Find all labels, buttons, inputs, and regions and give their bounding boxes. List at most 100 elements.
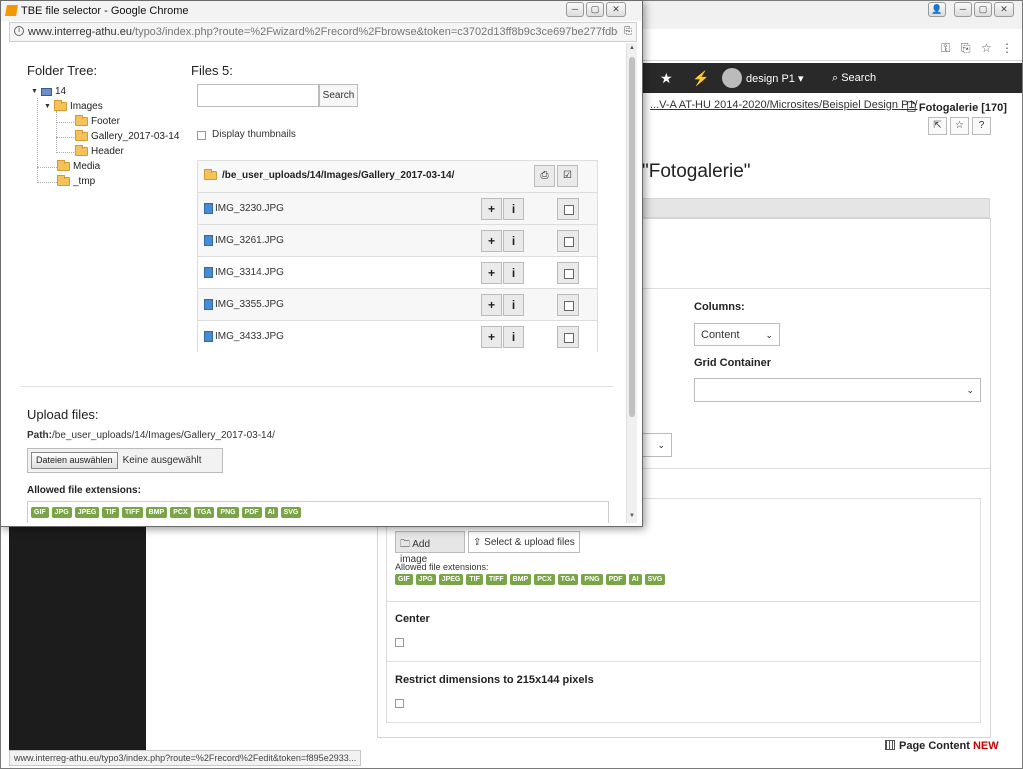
popup-title: TBE file selector - Google Chrome (21, 5, 189, 17)
file-link[interactable]: IMG_3230.JPG (204, 203, 284, 214)
tree-item-footer[interactable]: Footer (75, 115, 120, 127)
star-icon[interactable]: ☆ (981, 41, 992, 55)
breadcrumb-path[interactable]: ...V-A AT-HU 2014-2020/Microsites/Beispi… (650, 99, 918, 111)
extension-badge: PNG (217, 507, 239, 518)
add-file-button[interactable]: + (481, 326, 502, 348)
topbar-search[interactable]: ⌕ Search (832, 72, 876, 85)
tree-item-label: Images (69, 101, 103, 112)
tree-item-images[interactable]: ▼ Images (44, 100, 103, 112)
url-path: /typo3/index.php?route=%2Fwizard%2Frecor… (131, 26, 618, 38)
folder-icon (57, 175, 70, 186)
extension-badge: TIF (466, 574, 483, 585)
extensions-box: GIF JPG JPEG TIF TIFF BMP PCX TGA PNG PDF AI SVG (27, 501, 609, 523)
no-file-selected-label: Keine ausgewählt (122, 455, 202, 466)
center-checkbox[interactable] (395, 638, 404, 647)
add-file-button[interactable]: + (481, 230, 502, 252)
caret-down-icon[interactable]: ▼ (44, 103, 51, 110)
file-info-button[interactable]: i (503, 198, 524, 220)
file-upload-input[interactable]: Dateien auswählen Keine ausgewählt (27, 448, 223, 473)
bookmark-star-icon[interactable]: ★ (660, 70, 673, 87)
close-icon[interactable]: ✕ (994, 2, 1014, 17)
file-select-checkbox[interactable] (557, 294, 579, 316)
import-selection-icon[interactable]: ⎙ (534, 165, 555, 187)
flash-icon[interactable]: ⚡ (692, 70, 709, 87)
upload-path-label: Path: (27, 430, 52, 441)
scroll-down-icon[interactable]: ▼ (629, 513, 635, 519)
add-file-button[interactable]: + (481, 294, 502, 316)
tree-item-root[interactable]: ▼ 14 (31, 86, 66, 97)
tree-line (56, 111, 57, 153)
file-link[interactable]: IMG_3261.JPG (204, 235, 284, 246)
extension-badges: GIF JPG JPEG TIF TIFF BMP PCX TGA PNG PDF AI SVG (395, 574, 666, 585)
select-upload-button[interactable]: ⇪ Select & upload files (468, 531, 580, 553)
user-profile-icon[interactable]: 👤 (928, 2, 946, 17)
file-info-button[interactable]: i (503, 294, 524, 316)
tree-item-header[interactable]: Header (75, 145, 124, 157)
popup-address-bar[interactable]: i www.interreg-athu.eu/typo3/index.php?r… (9, 22, 637, 42)
file-info-button[interactable]: i (503, 326, 524, 348)
file-link[interactable]: IMG_3355.JPG (204, 299, 284, 310)
translate-icon[interactable]: ⎘ (624, 26, 632, 37)
tree-line (37, 167, 57, 168)
page-title: "Fotogalerie" (642, 161, 751, 182)
shortcut-star-icon[interactable]: ☆ (950, 117, 969, 135)
upload-path: Path:/be_user_uploads/14/Images/Gallery_… (27, 430, 275, 441)
popup-scrollbar[interactable]: ▲ ▼ (626, 43, 637, 523)
add-image-button[interactable]: 🗀 Add image (395, 531, 465, 565)
scroll-up-icon[interactable]: ▲ (629, 45, 635, 51)
extension-badge: PNG (581, 574, 603, 585)
popup-titlebar[interactable]: TBE file selector - Google Chrome ─ ▢ ✕ (1, 1, 642, 21)
maximize-icon[interactable]: ▢ (974, 2, 992, 17)
minimize-icon[interactable]: ─ (954, 2, 972, 17)
maximize-icon[interactable]: ▢ (586, 2, 604, 17)
file-select-checkbox[interactable] (557, 230, 579, 252)
caret-down-icon[interactable]: ▼ (31, 88, 38, 95)
translate-icon[interactable]: ⎘ (961, 41, 971, 56)
search-button[interactable]: Search (319, 84, 358, 107)
choose-files-button[interactable]: Dateien auswählen (31, 452, 118, 469)
file-link[interactable]: IMG_3314.JPG (204, 267, 284, 278)
columns-select[interactable]: Content ⌄ (694, 323, 780, 346)
minimize-icon[interactable]: ─ (566, 2, 584, 17)
tree-item-media[interactable]: Media (57, 160, 100, 172)
tree-item-tmp[interactable]: _tmp (57, 175, 95, 187)
extension-badge: GIF (395, 574, 413, 585)
toggle-selection-icon[interactable]: ☑ (557, 165, 578, 187)
file-info-button[interactable]: i (503, 230, 524, 252)
help-icon[interactable]: ? (972, 117, 991, 135)
module-menu-sidebar (9, 526, 146, 751)
divider (642, 288, 990, 289)
grid-container-select[interactable]: ⌄ (694, 378, 981, 402)
storage-icon (40, 87, 52, 96)
partial-select[interactable]: ⌄ (642, 433, 672, 457)
file-link[interactable]: IMG_3433.JPG (204, 331, 284, 342)
extension-badge: GIF (31, 507, 49, 518)
open-external-icon[interactable]: ⇱ (928, 117, 947, 135)
tree-item-gallery[interactable]: Gallery_2017-03-14 (75, 130, 179, 142)
display-thumbnails-checkbox[interactable] (197, 131, 206, 140)
restrict-dimensions-checkbox[interactable] (395, 699, 404, 708)
user-menu[interactable]: design P1 ▾ (746, 72, 804, 85)
close-icon[interactable]: ✕ (606, 2, 626, 17)
file-select-checkbox[interactable] (557, 262, 579, 284)
file-select-checkbox[interactable] (557, 198, 579, 220)
menu-icon[interactable]: ⋮ (1001, 41, 1013, 55)
current-folder-path: /be_user_uploads/14/Images/Gallery_2017-… (204, 169, 454, 181)
info-icon[interactable]: i (14, 26, 24, 36)
file-info-button[interactable]: i (503, 262, 524, 284)
folder-icon (57, 160, 70, 171)
tabs-strip (642, 198, 990, 218)
url-host: www.interreg-athu.eu (28, 26, 132, 38)
add-file-button[interactable]: + (481, 198, 502, 220)
avatar[interactable] (722, 68, 742, 88)
user-name-label: design P1 (746, 73, 795, 85)
scroll-thumb[interactable] (629, 57, 635, 417)
tree-item-label: 14 (54, 86, 67, 97)
main-address-bar[interactable]: ⚿ ⎘ ☆ ⋮ (641, 35, 1022, 61)
extension-badge: TIFF (121, 507, 143, 518)
search-input[interactable] (197, 84, 319, 107)
add-file-button[interactable]: + (481, 262, 502, 284)
file-select-checkbox[interactable] (557, 326, 579, 348)
topbar-search-label: Search (841, 72, 877, 84)
key-icon[interactable]: ⚿ (941, 41, 950, 56)
